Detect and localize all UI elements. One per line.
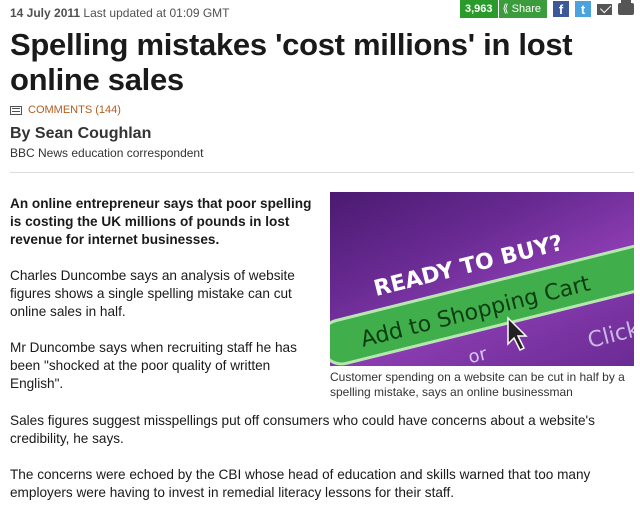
story-body-continued: Sales figures suggest misspellings put o…	[10, 412, 630, 520]
comments-link[interactable]: COMMENTS (144)	[10, 104, 121, 116]
share-label: Share	[511, 3, 541, 15]
share-icon: ⟪	[502, 3, 509, 15]
story-paragraph: Charles Duncombe says an analysis of web…	[10, 268, 295, 319]
or-text: or	[466, 343, 490, 366]
story-paragraph: Sales figures suggest misspellings put o…	[10, 413, 595, 446]
byline-author: By Sean Coughlan	[10, 125, 152, 142]
comment-icon	[10, 105, 22, 115]
cursor-icon	[507, 316, 528, 352]
article-date: 14 July 2011	[10, 6, 81, 20]
twitter-icon[interactable]: t	[575, 1, 591, 17]
shopping-cart-illustration: READY TO BUY? Add to Shopping Cart or Cl…	[330, 231, 634, 366]
headline: Spelling mistakes 'cost millions' in los…	[10, 27, 573, 97]
share-bar: 3,963 ⟪ Share f t	[459, 0, 634, 18]
story-intro: An online entrepreneur says that poor sp…	[10, 196, 312, 247]
story-paragraph: Mr Duncombe says when recruiting staff h…	[10, 340, 297, 391]
share-count: 3,963	[459, 0, 498, 18]
story-body: An online entrepreneur says that poor sp…	[10, 195, 320, 411]
share-button[interactable]: ⟪ Share	[498, 0, 547, 18]
story-image: READY TO BUY? Add to Shopping Cart or Cl…	[330, 192, 634, 366]
email-icon[interactable]	[597, 3, 612, 15]
print-icon[interactable]	[618, 0, 634, 15]
story-paragraph: The concerns were echoed by the CBI whos…	[10, 467, 591, 500]
story-figure: READY TO BUY? Add to Shopping Cart or Cl…	[330, 192, 634, 400]
byline-role: BBC News education correspondent	[10, 146, 204, 160]
click-text: Click	[585, 317, 634, 354]
article-meta: 14 July 2011 Last updated at 01:09 GMT	[10, 6, 230, 20]
last-updated: Last updated at 01:09 GMT	[83, 6, 230, 20]
facebook-icon[interactable]: f	[553, 1, 569, 17]
image-caption: Customer spending on a website can be cu…	[330, 370, 625, 399]
divider	[10, 172, 634, 173]
comments-label: COMMENTS (144)	[28, 104, 121, 116]
